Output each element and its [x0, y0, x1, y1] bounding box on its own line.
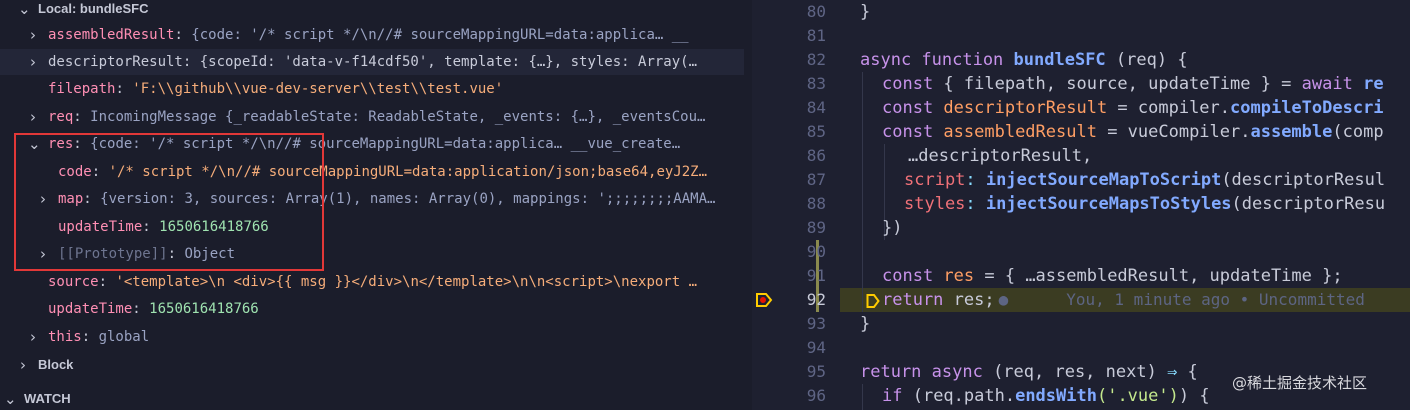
code-line-88: styles: injectSourceMapsToStyles(descrip… — [904, 194, 1386, 214]
line-number: 95 — [806, 362, 826, 381]
line-number-current: 92 — [806, 290, 826, 309]
var-req[interactable]: › req: IncomingMessage {_readableState: … — [0, 104, 752, 130]
local-scope-label: Local: bundleSFC — [38, 1, 149, 16]
chevron-right-icon[interactable]: › — [30, 324, 36, 350]
line-number: 96 — [806, 386, 826, 405]
code-line-80: } — [860, 2, 871, 22]
line-number: 91 — [806, 266, 826, 285]
var-filepath[interactable]: filepath: 'F:\\github\\vue-dev-server\\t… — [0, 76, 752, 102]
chevron-right-icon[interactable]: › — [30, 49, 36, 75]
watch-section-label: WATCH — [24, 391, 71, 406]
code-editor[interactable]: 80 81 82 83 84 85 86 87 88 89 90 91 92 9… — [752, 0, 1410, 410]
var-updateTime[interactable]: updateTime: 1650616418766 — [0, 296, 752, 322]
code-line-96: if (req.path.endsWith('.vue')) { — [882, 386, 1210, 406]
var-this[interactable]: › this: global — [0, 324, 752, 350]
panel-scrollbar[interactable] — [744, 0, 752, 410]
line-number: 87 — [806, 170, 826, 189]
block-scope-header[interactable]: › Block — [0, 352, 752, 378]
block-scope-label: Block — [38, 357, 74, 372]
line-number: 84 — [806, 98, 826, 117]
watermark: @稀土掘金技术社区 — [1232, 374, 1368, 392]
var-source[interactable]: source: '<template>\n <div>{{ msg }}</di… — [0, 269, 752, 295]
code-line-83: const { filepath, source, updateTime } =… — [882, 74, 1384, 94]
line-number: 94 — [806, 338, 826, 357]
chevron-down-icon[interactable]: ⌄ — [18, 0, 31, 22]
line-number: 83 — [806, 74, 826, 93]
line-number: 90 — [806, 242, 826, 261]
var-assembledResult[interactable]: › assembledResult: {code: '/* script */\… — [0, 22, 752, 48]
chevron-right-icon[interactable]: › — [20, 352, 26, 378]
code-line-89: }) — [882, 218, 903, 238]
highlight-box — [14, 133, 324, 271]
line-number: 86 — [806, 146, 826, 165]
line-number: 88 — [806, 194, 826, 213]
inline-breakpoint-icon[interactable] — [866, 293, 880, 309]
line-number: 93 — [806, 314, 826, 333]
line-number: 81 — [806, 26, 826, 45]
code-line-95: return async (req, res, next) ⇒ { — [860, 362, 1198, 382]
line-number-gutter[interactable]: 80 81 82 83 84 85 86 87 88 89 90 91 92 9… — [752, 0, 836, 410]
chevron-down-icon[interactable]: ⌄ — [4, 386, 17, 410]
chevron-right-icon[interactable]: › — [30, 22, 36, 48]
indent-guide — [862, 384, 863, 410]
code-line-87: script: injectSourceMapToScript(descript… — [904, 170, 1386, 190]
chevron-right-icon[interactable]: › — [30, 104, 36, 130]
var-descriptorResult[interactable]: › descriptorResult: {scopeId: 'data-v-f1… — [0, 49, 752, 75]
code-line-86: …descriptorResult, — [908, 146, 1093, 166]
line-number: 82 — [806, 50, 826, 69]
code-line-85: const assembledResult = vueCompiler.asse… — [882, 122, 1384, 142]
git-blame-annotation: You, 1 minute ago • Uncommitted — [1066, 290, 1365, 309]
code-line-93: } — [860, 314, 871, 334]
indent-guide — [862, 72, 863, 312]
line-number: 85 — [806, 122, 826, 141]
paused-breakpoint-icon[interactable] — [755, 292, 773, 308]
code-line-92: return res; ● You, 1 minute ago • Uncommit… — [882, 290, 1365, 310]
code-line-91: const res = { …assembledResult, updateTi… — [882, 266, 1343, 286]
line-number: 89 — [806, 218, 826, 237]
local-scope-header[interactable]: ⌄ Local: bundleSFC — [0, 0, 752, 22]
watch-section-header[interactable]: ⌄ WATCH — [0, 386, 752, 410]
line-number: 80 — [806, 2, 826, 21]
code-line-82: async function bundleSFC (req) { — [860, 50, 1188, 70]
variables-panel: ⌄ Local: bundleSFC › assembledResult: {c… — [0, 0, 752, 410]
code-line-84: const descriptorResult = compiler.compil… — [882, 98, 1384, 118]
